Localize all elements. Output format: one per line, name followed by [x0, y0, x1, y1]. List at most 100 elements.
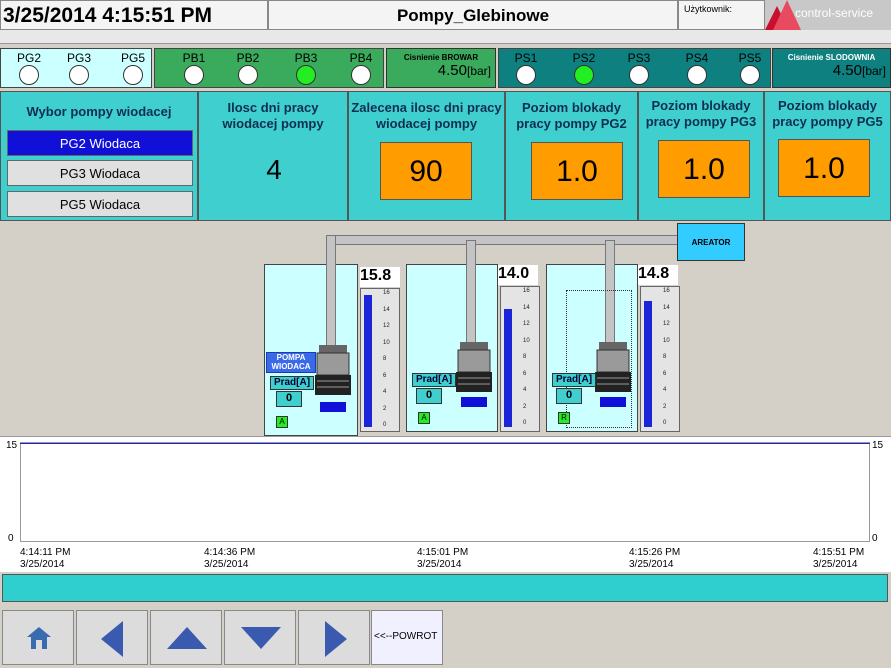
mode-indicator-1[interactable]: A	[276, 416, 288, 428]
lamp-pb2	[238, 65, 258, 85]
lamp-label-pb2: PB2	[236, 51, 260, 65]
recommended-days-input[interactable]: 90	[380, 142, 472, 200]
browar-pressure-title: Cisnienie BROWAR	[403, 53, 479, 62]
scale-tick-label: 16	[383, 290, 390, 296]
slodownia-pressure: Cisnienie SLODOWNIA 4.50[bar]	[772, 48, 891, 88]
select-pg3-leading-button[interactable]: PG3 Wiodaca	[7, 160, 193, 186]
previous-button[interactable]	[76, 610, 148, 665]
pump-status-tag-1	[320, 402, 346, 412]
well-pipe-2	[466, 240, 476, 350]
pump-icon-1[interactable]	[313, 345, 353, 397]
areator-box[interactable]: AREATOR	[677, 223, 745, 261]
slodownia-pressure-unit: [bar]	[861, 64, 886, 78]
scale-tick-label: 10	[523, 337, 530, 344]
lamp-pb1	[184, 65, 204, 85]
level-value-3: 14.8	[638, 265, 678, 285]
home-button[interactable]	[2, 610, 74, 665]
scale-tick-label: 6	[383, 372, 387, 379]
trend-y-min-right: 0	[872, 533, 878, 544]
days-value: 4	[266, 154, 282, 185]
pump-icon-2[interactable]	[454, 342, 494, 394]
block-pg3-input[interactable]: 1.0	[658, 140, 750, 198]
slodownia-pressure-number: 4.50	[832, 62, 862, 79]
scale-tick-label: 12	[523, 321, 530, 327]
scale-tick-label: 16	[663, 288, 670, 294]
current-value-2: 0	[416, 388, 442, 404]
left-arrow-icon	[101, 621, 123, 657]
screen-title: Pompy_Glebinowe	[268, 0, 678, 30]
slodownia-pressure-title: Cisnienie SLODOWNIA	[787, 53, 876, 62]
brand-logo: control-service	[765, 0, 891, 30]
level-bar-3	[644, 301, 652, 427]
current-label-2: Prad[A]	[412, 373, 456, 387]
scroll-up-button[interactable]	[150, 610, 222, 665]
next-button[interactable]	[298, 610, 370, 665]
browar-pressure: Cisnienie BROWAR 4.50[bar]	[386, 48, 496, 88]
trend-y-min-left: 0	[8, 533, 14, 544]
trend-x-label-2: 4:14:36 PM 3/25/2014	[204, 547, 255, 571]
scale-tick-label: 6	[663, 370, 667, 377]
lamp-pg5	[123, 65, 143, 85]
block-pg2-input[interactable]: 1.0	[531, 142, 623, 200]
current-value-3: 0	[556, 388, 582, 404]
block-pg3-title: Poziom blokady pracy pompy PG3	[645, 98, 757, 129]
scale-tick-label: 4	[523, 387, 527, 393]
trend-y-max-left: 15	[6, 440, 18, 451]
scale-tick-label: 14	[383, 306, 390, 313]
lamp-ps3	[629, 65, 649, 85]
select-pg2-leading-button[interactable]: PG2 Wiodaca	[7, 130, 193, 156]
mode-indicator-2[interactable]: A	[418, 412, 430, 424]
lamp-label-ps1: PS1	[514, 51, 538, 65]
lamp-label-pb3: PB3	[294, 51, 318, 65]
trend-plot-area	[20, 442, 870, 542]
scale-tick-label: 0	[523, 420, 527, 426]
pb-lamp-group: PB1 PB2 PB3 PB4	[154, 48, 384, 88]
block-pg3-panel: Poziom blokady pracy pompy PG3 1.0	[638, 91, 764, 221]
block-pg2-panel: Poziom blokady pracy pompy PG2 1.0	[505, 91, 638, 221]
lamp-label-pg3: PG3	[66, 51, 91, 65]
message-bar	[2, 574, 888, 602]
recommended-days-panel: Zalecena ilosc dni pracy wiodacej pompy …	[348, 91, 505, 221]
home-icon	[27, 627, 51, 649]
scale-tick-label: 16	[523, 288, 530, 294]
lamp-label-pb1: PB1	[182, 51, 206, 65]
trend-x-label-5: 4:15:51 PM 3/25/2014	[813, 547, 864, 571]
datetime-display: 3/25/2014 4:15:51 PM	[0, 0, 268, 30]
browar-pressure-number: 4.50	[437, 62, 467, 79]
leading-pump-badge-1: POMPA WIODACA	[266, 352, 316, 373]
scale-tick-label: 4	[383, 389, 387, 395]
down-arrow-icon	[241, 627, 281, 649]
block-pg2-title: Poziom blokady pracy pompy PG2	[516, 100, 627, 131]
scroll-down-button[interactable]	[224, 610, 296, 665]
lamp-pg2	[19, 65, 39, 85]
mode-indicator-3[interactable]: R	[558, 412, 570, 424]
trend-x-date-5: 3/25/2014	[813, 559, 858, 570]
logo-text: control-service	[795, 6, 874, 20]
block-pg5-input[interactable]: 1.0	[778, 139, 870, 197]
select-pg5-leading-button[interactable]: PG5 Wiodaca	[7, 191, 193, 217]
user-label[interactable]: Użytkownik:	[678, 0, 765, 30]
header-pipe	[328, 235, 678, 245]
slodownia-pressure-value: 4.50[bar]	[773, 62, 890, 79]
lamp-label-pg2: PG2	[16, 51, 41, 65]
trend-x-date-2: 3/25/2014	[204, 559, 249, 570]
scale-tick-label: 4	[663, 387, 667, 393]
trend-x-label-4: 4:15:26 PM 3/25/2014	[629, 547, 680, 571]
trend-chart[interactable]: 15 0 15 0 4:14:11 PM 3/25/2014 4:14:36 P…	[0, 436, 891, 572]
lamp-ps2	[574, 65, 594, 85]
scale-tick-label: 0	[663, 420, 667, 426]
trend-x-label-3: 4:15:01 PM 3/25/2014	[417, 547, 468, 571]
right-arrow-icon	[325, 621, 347, 657]
current-label-3: Prad[A]	[552, 373, 596, 387]
level-bar-1	[364, 295, 372, 427]
lamp-ps1	[516, 65, 536, 85]
scale-tick-label: 8	[383, 356, 387, 362]
back-button[interactable]: <<--POWROT	[371, 610, 443, 665]
scale-tick-label: 10	[663, 337, 670, 344]
browar-pressure-unit: [bar]	[466, 64, 491, 78]
level-scale-3: 16 14 12 10 8 6 4 2 0	[640, 286, 680, 432]
scale-tick-label: 8	[663, 354, 667, 360]
lamp-pb4	[351, 65, 371, 85]
pump-icon-3[interactable]	[593, 342, 633, 394]
scale-tick-label: 2	[383, 405, 387, 412]
